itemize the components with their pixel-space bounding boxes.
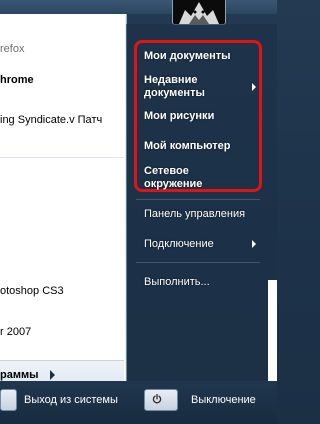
programs-panel: refox hrome ing Syndicate.v Патч otoshop… (0, 14, 127, 389)
start-menu-top-frame (0, 0, 277, 14)
network-places-label-line2: окружение (144, 178, 203, 190)
start-menu-footer: Выход из системы Выключение (0, 381, 277, 424)
recent-documents-label-line1: Недавние (144, 74, 198, 86)
chevron-right-icon (252, 83, 256, 91)
program-item[interactable]: otoshop CS3 (0, 284, 124, 298)
shutdown-label[interactable]: Выключение (191, 394, 256, 407)
window-edge (268, 280, 277, 390)
program-item[interactable]: r 2007 (0, 325, 124, 339)
my-computer-item[interactable]: Мой компьютер (144, 140, 231, 153)
chevron-right-icon (50, 370, 55, 380)
run-item[interactable]: Выполнить... (144, 276, 210, 289)
logoff-button[interactable] (0, 389, 17, 411)
places-divider (136, 262, 260, 263)
network-places-label-line1: Сетевое (144, 165, 189, 177)
connect-item[interactable]: Подключение (144, 238, 214, 251)
program-item[interactable]: ing Syndicate.v Патч (0, 113, 124, 127)
power-icon (152, 394, 162, 404)
programs-divider (0, 157, 124, 158)
avatar-picture (173, 0, 225, 24)
my-pictures-item[interactable]: Мои рисунки (144, 110, 214, 123)
recent-documents-item[interactable]: Недавние документы (144, 74, 205, 100)
places-divider (136, 199, 260, 200)
shutdown-button[interactable] (144, 389, 178, 411)
program-item[interactable]: refox (0, 42, 124, 56)
my-documents-item[interactable]: Мои документы (144, 50, 231, 63)
recent-documents-label-line2: документы (144, 87, 205, 99)
network-places-item[interactable]: Сетевое окружение (144, 165, 202, 191)
all-programs-label: раммы (0, 369, 39, 381)
control-panel-item[interactable]: Панель управления (144, 208, 245, 221)
logoff-label[interactable]: Выход из системы (24, 394, 118, 407)
chevron-right-icon (252, 240, 256, 248)
program-item[interactable]: hrome (0, 73, 124, 87)
user-avatar[interactable] (172, 0, 226, 25)
